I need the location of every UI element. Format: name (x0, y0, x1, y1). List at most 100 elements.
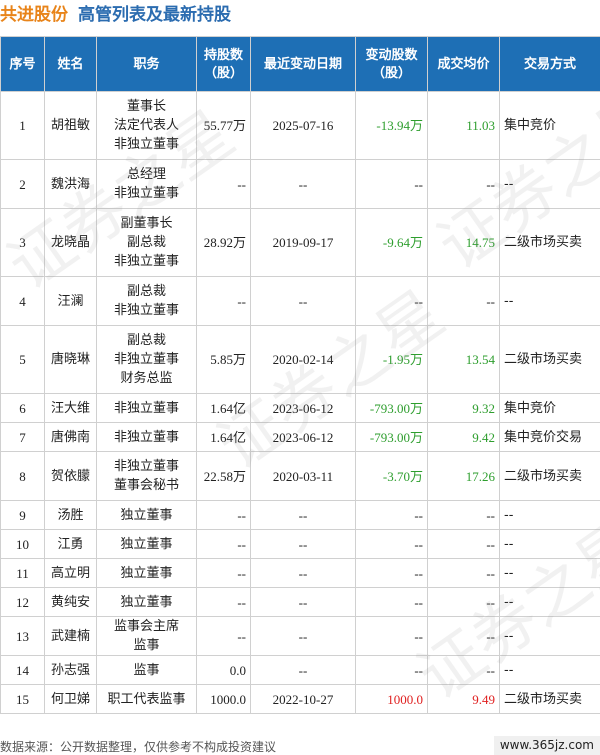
avg-price: 9.49 (427, 684, 500, 714)
shares-changed: -- (355, 159, 428, 209)
shares-held: 5.85万 (196, 325, 251, 394)
trade-method: -- (499, 500, 600, 530)
avg-price: -- (427, 529, 500, 559)
executive-positions: 非独立董事 (96, 422, 197, 452)
position-title: 副总裁 (126, 333, 166, 348)
column-header-text: 序号 (9, 56, 36, 71)
position-title: 非独立董事 (113, 186, 179, 201)
executive-positions: 独立董事 (96, 587, 197, 617)
trade-method: -- (499, 159, 600, 209)
shares-held: -- (196, 616, 251, 656)
executive-positions: 副总裁 非独立董事 财务总监 (96, 325, 197, 394)
shares-held: -- (196, 587, 251, 617)
table-row: 14 孙志强 监事 0.0 -- -- -- -- (0, 655, 600, 685)
avg-price: 13.54 (427, 325, 500, 394)
row-seq: 12 (0, 587, 45, 617)
column-header: 持股数 （股） (196, 36, 251, 92)
shares-changed: -- (355, 655, 428, 685)
position-title: 非独立董事 (113, 303, 179, 318)
executive-positions: 董事长 法定代表人 非独立董事 (96, 91, 197, 160)
last-change-date: 2025-07-16 (250, 91, 356, 160)
column-header: 序号 (0, 36, 45, 92)
shares-held: -- (196, 529, 251, 559)
avg-price: 9.32 (427, 393, 500, 423)
executive-positions: 副总裁 非独立董事 (96, 276, 197, 326)
avg-price: 14.75 (427, 208, 500, 277)
position-title: 非独立董事 (113, 400, 179, 416)
executive-name: 汪大维 (44, 393, 97, 423)
position-title: 副总裁 (126, 284, 166, 299)
shares-held: -- (196, 276, 251, 326)
trade-method: 集中竞价 (499, 91, 600, 160)
position-title: 独立董事 (120, 565, 173, 581)
position-title: 董事会秘书 (113, 478, 179, 493)
executive-name: 龙晓晶 (44, 208, 97, 277)
last-change-date: -- (250, 558, 356, 588)
position-title: 监事 (133, 662, 160, 678)
last-change-date: -- (250, 276, 356, 326)
position-title: 独立董事 (120, 507, 173, 523)
row-seq: 6 (0, 393, 45, 423)
executive-positions: 副董事长 副总裁 非独立董事 (96, 208, 197, 277)
position-title: 非独立董事 (113, 429, 179, 445)
executive-name: 黄纯安 (44, 587, 97, 617)
executive-name: 贺依朦 (44, 451, 97, 501)
last-change-date: 2020-03-11 (250, 451, 356, 501)
executive-name: 何卫娣 (44, 684, 97, 714)
shares-changed: -- (355, 587, 428, 617)
table-row: 3 龙晓晶 副董事长 副总裁 非独立董事 28.92万 2019-09-17 -9.64万 14… (0, 208, 600, 277)
position-title: 监事会主席 (113, 619, 179, 634)
table-row: 10 江勇 独立董事 -- -- -- -- -- (0, 529, 600, 559)
position-title: 董事长 (126, 99, 166, 114)
position-title: 非独立董事 (113, 459, 179, 474)
shares-held: 22.58万 (196, 451, 251, 501)
row-seq: 8 (0, 451, 45, 501)
row-seq: 3 (0, 208, 45, 277)
row-seq: 14 (0, 655, 45, 685)
site-watermark: www.365jz.com (493, 736, 600, 755)
position-title: 非独立董事 (113, 352, 179, 367)
table-row: 4 汪澜 副总裁 非独立董事 -- -- -- -- -- (0, 276, 600, 326)
shares-changed: -- (355, 529, 428, 559)
avg-price: 9.42 (427, 422, 500, 452)
table-row: 11 高立明 独立董事 -- -- -- -- -- (0, 558, 600, 588)
position-title: 监事 (133, 638, 160, 653)
shares-held: -- (196, 558, 251, 588)
shares-changed: -- (355, 276, 428, 326)
page-title: 共进股份 高管列表及最新持股 (0, 0, 231, 30)
shares-held: 55.77万 (196, 91, 251, 160)
table-body: 1 胡祖敏 董事长 法定代表人 非独立董事 55.77万 2025-07-16 -13.94万… (0, 91, 600, 714)
position-title: 非独立董事 (113, 137, 179, 152)
shares-held: -- (196, 159, 251, 209)
executive-name: 汤胜 (44, 500, 97, 530)
last-change-date: -- (250, 616, 356, 656)
shares-held: 1.64亿 (196, 393, 251, 423)
shares-held: 1000.0 (196, 684, 251, 714)
executive-name: 江勇 (44, 529, 97, 559)
avg-price: -- (427, 500, 500, 530)
shares-changed: -3.70万 (355, 451, 428, 501)
row-seq: 7 (0, 422, 45, 452)
table-row: 7 唐佛南 非独立董事 1.64亿 2023-06-12 -793.00万 9.42 集中竞价… (0, 422, 600, 452)
column-header-text: 变动股数 (365, 47, 418, 62)
position-title: 非独立董事 (113, 254, 179, 269)
table-row: 2 魏洪海 总经理 非独立董事 -- -- -- -- -- (0, 159, 600, 209)
last-change-date: 2023-06-12 (250, 393, 356, 423)
last-change-date: -- (250, 587, 356, 617)
data-source-note: 数据来源：公开数据整理，仅供参考不构成投资建议 (0, 740, 277, 754)
position-title: 独立董事 (120, 594, 173, 610)
position-title: 独立董事 (120, 536, 173, 552)
row-seq: 11 (0, 558, 45, 588)
table-row: 13 武建楠 监事会主席 监事 -- -- -- -- -- (0, 616, 600, 656)
shares-changed: -1.95万 (355, 325, 428, 394)
trade-method: 二级市场买卖 (499, 325, 600, 394)
shares-changed: -793.00万 (355, 393, 428, 423)
column-header: 职务 (96, 36, 197, 92)
executive-name: 武建楠 (44, 616, 97, 656)
avg-price: 11.03 (427, 91, 500, 160)
trade-method: 集中竞价 (499, 393, 600, 423)
column-header-text: 成交均价 (437, 56, 490, 71)
last-change-date: -- (250, 159, 356, 209)
row-seq: 4 (0, 276, 45, 326)
last-change-date: 2023-06-12 (250, 422, 356, 452)
